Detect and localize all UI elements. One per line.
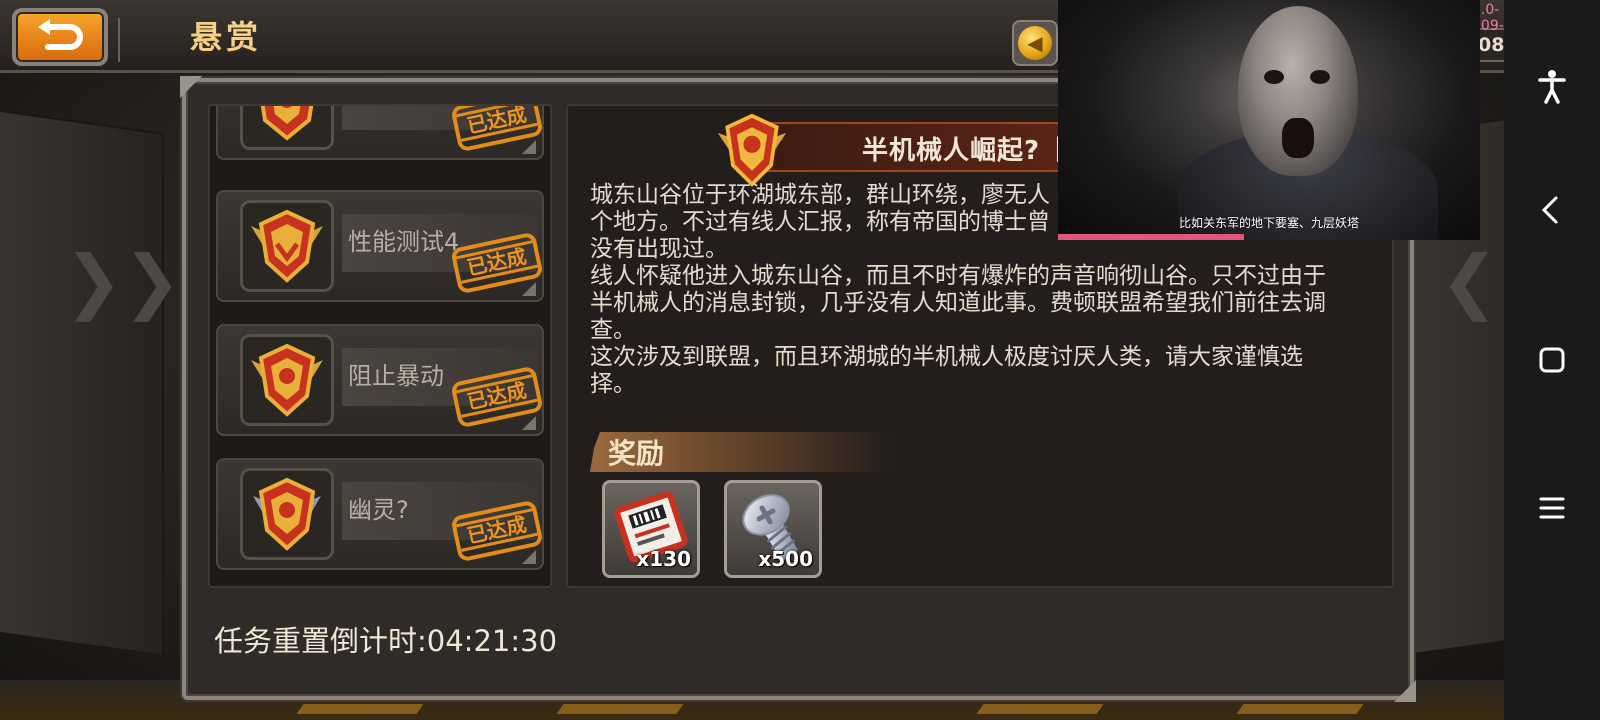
description-line: 半机械人的消息封锁，几乎没有人知道此事。费顿联盟希望我们前往去调 (590, 290, 1326, 316)
mission-list[interactable]: 已达成 性能测试4 已达成 阻止暴动 已达成 幽灵? 已达成 (208, 104, 552, 588)
mission-badge (240, 200, 334, 292)
mission-badge (240, 468, 334, 560)
description-line: 线人怀疑他进入城东山谷，而且不时有爆炸的声音响彻山谷。只不过由于 (590, 263, 1326, 289)
coin-button[interactable]: ◀ (1012, 20, 1058, 66)
reward-label: 奖励 (608, 437, 665, 470)
mission-badge (240, 106, 334, 150)
nav-home-button[interactable] (1532, 340, 1572, 380)
mission-card[interactable]: 阻止暴动 已达成 (216, 324, 544, 436)
background-wall-left (0, 107, 164, 657)
mission-name: 阻止暴动 (348, 362, 444, 390)
back-button[interactable] (12, 8, 108, 66)
return-arrow-icon (38, 19, 83, 50)
header-divider (118, 18, 120, 62)
floating-video-player[interactable]: 比如关东军的地下要塞、九层妖塔 (1058, 0, 1480, 240)
reward-item-ticket[interactable]: x130 (602, 480, 700, 578)
description-line: 择。 (590, 371, 636, 397)
mission-name: 性能测试4 (348, 228, 460, 256)
coin-icon: ◀ (1018, 26, 1052, 60)
medal-icon (251, 343, 323, 417)
medal-icon (251, 209, 323, 283)
home-square-icon (1539, 347, 1565, 373)
medal-icon (253, 477, 321, 551)
back-chevron-icon (1541, 196, 1558, 224)
video-figure-face (1238, 6, 1358, 176)
mission-name: 幽灵? (348, 496, 409, 524)
achieved-stamp: 已达成 (450, 106, 544, 153)
reward-item-screw[interactable]: x500 (724, 480, 822, 578)
reset-countdown: 任务重置倒计时:04:21:30 (214, 624, 558, 658)
chevron-left-icon: ❮❮ (1440, 240, 1504, 322)
nav-menu-button[interactable] (1532, 488, 1572, 528)
medal-icon (717, 113, 787, 187)
page-title: 悬赏 (190, 18, 263, 56)
accessibility-button[interactable] (1532, 66, 1572, 106)
description-line: 这次涉及到联盟，而且环湖城的半机械人极度讨厌人类，请大家谨慎选 (590, 344, 1303, 370)
video-subtitle: 比如关东军的地下要塞、九层妖塔 (1178, 216, 1359, 230)
mission-card[interactable]: 性能测试4 已达成 (216, 190, 544, 302)
description-line: 查。 (590, 317, 636, 343)
menu-icon (1539, 497, 1565, 519)
video-progress-bar[interactable] (1058, 234, 1244, 240)
mission-badge (240, 334, 334, 426)
description-line: 没有出现过。 (590, 236, 728, 262)
chevron-right-icon: ❯❯ (64, 240, 182, 322)
medal-icon (260, 106, 314, 141)
mission-card[interactable]: 已达成 (216, 106, 544, 160)
nav-back-button[interactable] (1532, 190, 1572, 230)
reward-quantity: x500 (758, 547, 813, 571)
system-nav-bar (1504, 0, 1600, 720)
reward-quantity: x130 (636, 547, 691, 571)
accessibility-icon (1538, 70, 1566, 104)
mission-title: 半机械人崛起?【 (862, 136, 1068, 166)
mission-card[interactable]: 幽灵? 已达成 (216, 458, 544, 570)
